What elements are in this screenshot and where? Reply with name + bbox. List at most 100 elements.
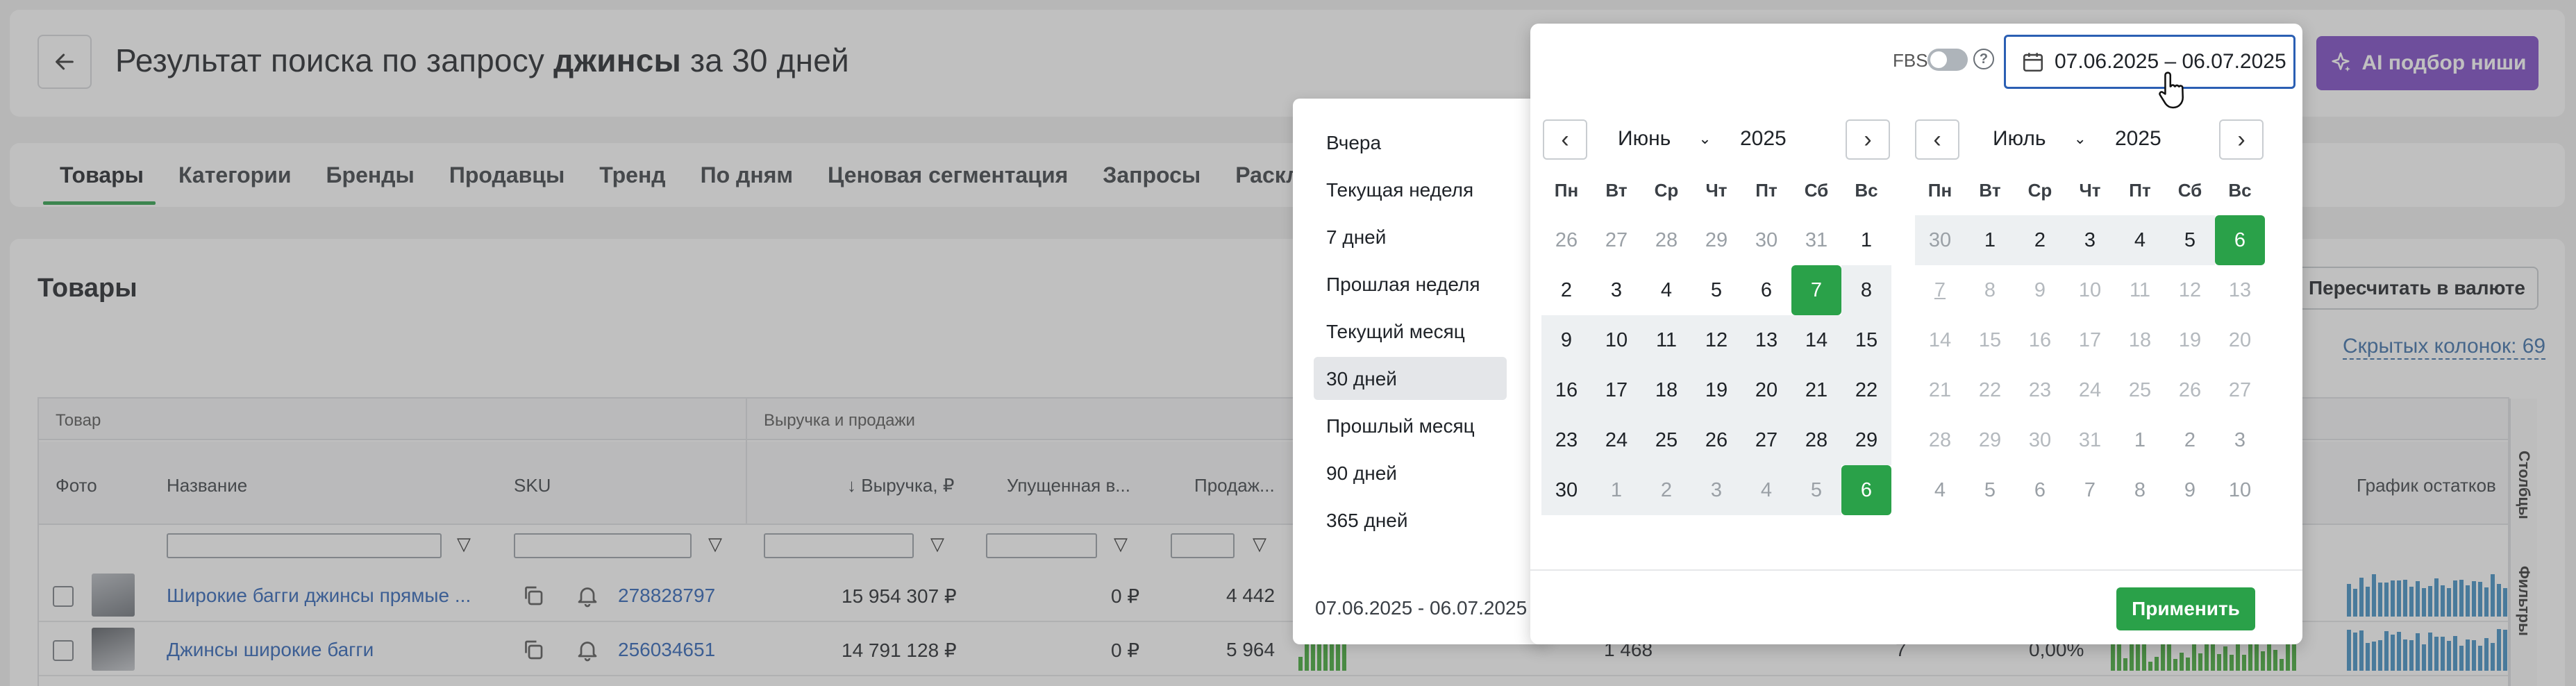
day-cell[interactable]: 27 — [1741, 415, 1791, 465]
day-cell[interactable]: 7 — [1915, 265, 1965, 315]
preset-last-week[interactable]: Прошлая неделя — [1326, 274, 1480, 296]
day-cell[interactable]: 8 — [1965, 265, 2015, 315]
day-cell[interactable]: 6 — [1741, 265, 1791, 315]
day-cell[interactable]: 3 — [2215, 415, 2265, 465]
day-cell[interactable]: 18 — [2115, 315, 2165, 365]
day-cell[interactable]: 4 — [2115, 215, 2165, 265]
day-cell[interactable]: 24 — [2065, 365, 2115, 415]
day-cell[interactable]: 2 — [1641, 465, 1691, 515]
day-cell[interactable]: 8 — [2115, 465, 2165, 515]
day-cell[interactable]: 2 — [1541, 265, 1591, 315]
day-cell[interactable]: 29 — [1965, 415, 2015, 465]
next-month-left-button[interactable]: › — [1846, 119, 1890, 160]
day-cell[interactable]: 26 — [1691, 415, 1741, 465]
day-cell[interactable]: 30 — [1915, 215, 1965, 265]
day-cell[interactable]: 7 — [1791, 265, 1841, 315]
preset-current-week[interactable]: Текущая неделя — [1326, 179, 1473, 201]
preset-current-month[interactable]: Текущий месяц — [1326, 321, 1465, 343]
day-cell[interactable]: 29 — [1841, 415, 1891, 465]
day-cell[interactable]: 9 — [1541, 315, 1591, 365]
preset-30-days[interactable]: 30 дней — [1326, 368, 1397, 390]
day-cell[interactable]: 3 — [1691, 465, 1741, 515]
day-cell[interactable]: 10 — [1591, 315, 1641, 365]
day-cell[interactable]: 18 — [1641, 365, 1691, 415]
prev-month-right-button[interactable]: ‹ — [1915, 119, 1959, 160]
left-year-select[interactable]: 2025 — [1740, 127, 1787, 151]
day-cell[interactable]: 23 — [2015, 365, 2065, 415]
date-range-input[interactable]: 07.06.2025 – 06.07.2025 — [2004, 35, 2295, 89]
preset-last-month[interactable]: Прошлый месяц — [1326, 415, 1475, 437]
day-cell[interactable]: 11 — [2115, 265, 2165, 315]
day-cell[interactable]: 6 — [2215, 215, 2265, 265]
day-cell[interactable]: 21 — [1791, 365, 1841, 415]
day-cell[interactable]: 10 — [2065, 265, 2115, 315]
day-cell[interactable]: 30 — [2015, 415, 2065, 465]
day-cell[interactable]: 5 — [2165, 215, 2215, 265]
day-cell[interactable]: 8 — [1841, 265, 1891, 315]
day-cell[interactable]: 26 — [1541, 215, 1591, 265]
day-cell[interactable]: 25 — [2115, 365, 2165, 415]
apply-button[interactable]: Применить — [2116, 587, 2255, 630]
day-cell[interactable]: 22 — [1841, 365, 1891, 415]
day-cell[interactable]: 1 — [1841, 215, 1891, 265]
day-cell[interactable]: 6 — [2015, 465, 2065, 515]
day-cell[interactable]: 1 — [2115, 415, 2165, 465]
day-cell[interactable]: 29 — [1691, 215, 1741, 265]
day-cell[interactable]: 4 — [1741, 465, 1791, 515]
day-cell[interactable]: 11 — [1641, 315, 1691, 365]
day-cell[interactable]: 30 — [1741, 215, 1791, 265]
day-cell[interactable]: 21 — [1915, 365, 1965, 415]
help-icon[interactable]: ? — [1973, 49, 1994, 69]
right-year-select[interactable]: 2025 — [2115, 127, 2161, 151]
day-cell[interactable]: 2 — [2015, 215, 2065, 265]
day-cell[interactable]: 7 — [2065, 465, 2115, 515]
day-cell[interactable]: 10 — [2215, 465, 2265, 515]
day-cell[interactable]: 26 — [2165, 365, 2215, 415]
day-cell[interactable]: 1 — [1965, 215, 2015, 265]
day-cell[interactable]: 1 — [1591, 465, 1641, 515]
day-cell[interactable]: 22 — [1965, 365, 2015, 415]
preset-90-days[interactable]: 90 дней — [1326, 462, 1397, 485]
prev-month-button[interactable]: ‹ — [1543, 119, 1587, 160]
day-cell[interactable]: 31 — [2065, 415, 2115, 465]
day-cell[interactable]: 17 — [2065, 315, 2115, 365]
day-cell[interactable]: 19 — [2165, 315, 2215, 365]
day-cell[interactable]: 27 — [2215, 365, 2265, 415]
day-cell[interactable]: 12 — [1691, 315, 1741, 365]
day-cell[interactable]: 9 — [2165, 465, 2215, 515]
left-month-select[interactable]: Июнь ⌄ — [1618, 127, 1712, 151]
day-cell[interactable]: 24 — [1591, 415, 1641, 465]
day-cell[interactable]: 28 — [1641, 215, 1691, 265]
day-cell[interactable]: 5 — [1791, 465, 1841, 515]
day-cell[interactable]: 28 — [1915, 415, 1965, 465]
day-cell[interactable]: 4 — [1641, 265, 1691, 315]
day-cell[interactable]: 19 — [1691, 365, 1741, 415]
day-cell[interactable]: 13 — [1741, 315, 1791, 365]
day-cell[interactable]: 16 — [1541, 365, 1591, 415]
preset-365-days[interactable]: 365 дней — [1326, 510, 1408, 532]
day-cell[interactable]: 25 — [1641, 415, 1691, 465]
day-cell[interactable]: 5 — [1691, 265, 1741, 315]
day-cell[interactable]: 13 — [2215, 265, 2265, 315]
day-cell[interactable]: 20 — [1741, 365, 1791, 415]
day-cell[interactable]: 31 — [1791, 215, 1841, 265]
day-cell[interactable]: 2 — [2165, 415, 2215, 465]
day-cell[interactable]: 23 — [1541, 415, 1591, 465]
right-month-select[interactable]: Июль ⌄ — [1993, 127, 2086, 151]
day-cell[interactable]: 15 — [1841, 315, 1891, 365]
day-cell[interactable]: 14 — [1915, 315, 1965, 365]
preset-yesterday[interactable]: Вчера — [1326, 132, 1381, 154]
day-cell[interactable]: 9 — [2015, 265, 2065, 315]
day-cell[interactable]: 3 — [2065, 215, 2115, 265]
day-cell[interactable]: 17 — [1591, 365, 1641, 415]
day-cell[interactable]: 20 — [2215, 315, 2265, 365]
preset-7-days[interactable]: 7 дней — [1326, 226, 1386, 249]
fbs-toggle[interactable] — [1927, 49, 1968, 71]
day-cell[interactable]: 30 — [1541, 465, 1591, 515]
day-cell[interactable]: 15 — [1965, 315, 2015, 365]
day-cell[interactable]: 4 — [1915, 465, 1965, 515]
day-cell[interactable]: 16 — [2015, 315, 2065, 365]
day-cell[interactable]: 14 — [1791, 315, 1841, 365]
day-cell[interactable]: 12 — [2165, 265, 2215, 315]
day-cell[interactable]: 28 — [1791, 415, 1841, 465]
